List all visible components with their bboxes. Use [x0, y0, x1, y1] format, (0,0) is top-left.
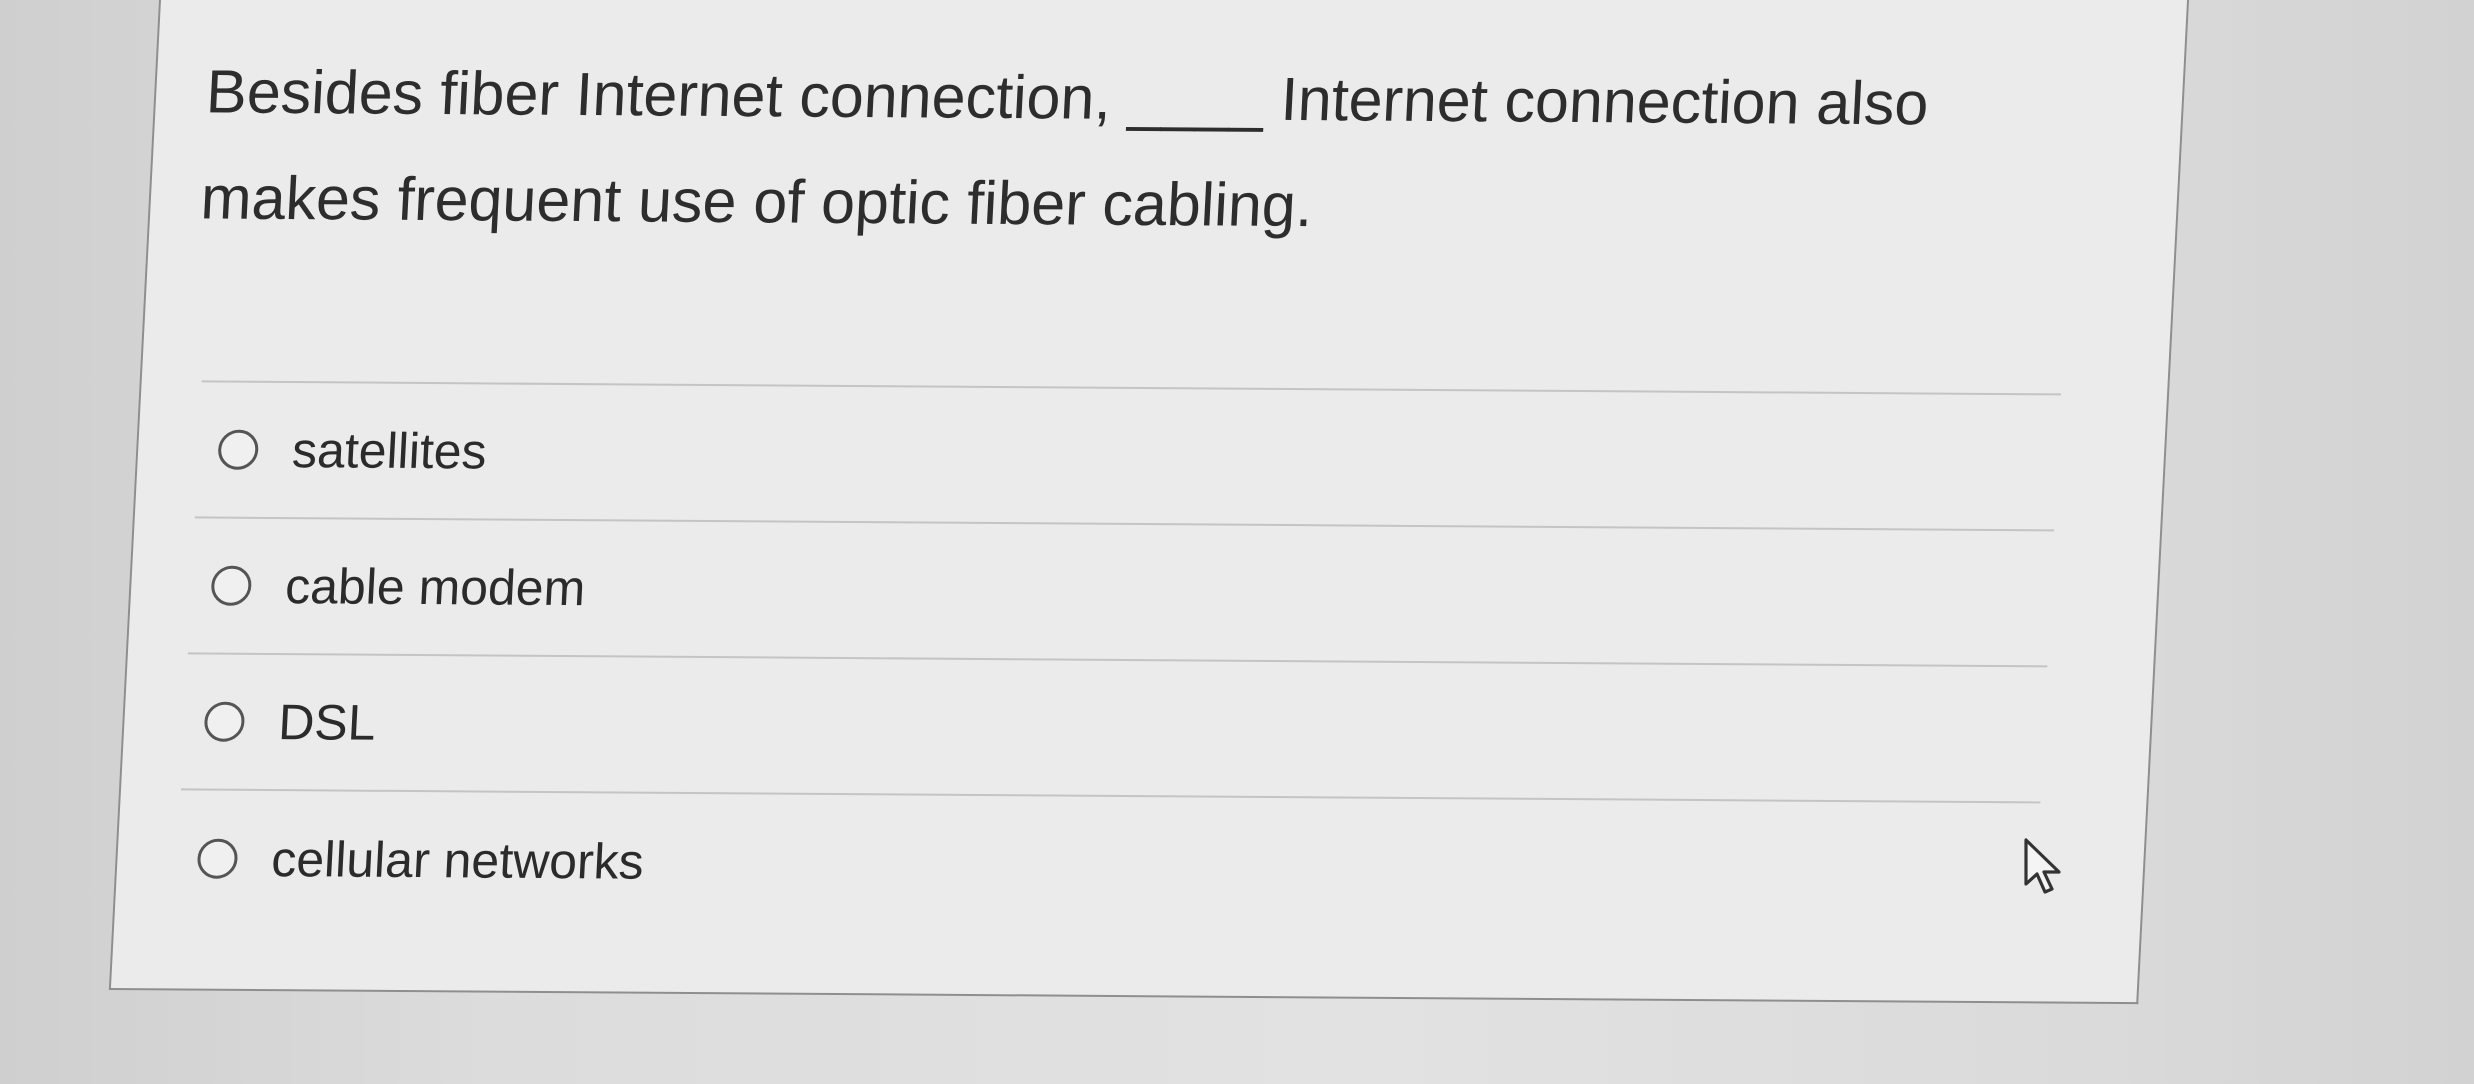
question-text: Besides fiber Internet connection, ____ …	[198, 38, 2108, 263]
choice-label: cable modem	[283, 558, 587, 617]
answer-choices: satellites cable modem DSL cellular netw…	[174, 380, 2062, 940]
choice-cellular-networks[interactable]: cellular networks	[174, 790, 2040, 939]
choice-satellites[interactable]: satellites	[194, 382, 2062, 532]
screen: Besides fiber Internet connection, ____ …	[0, 0, 2474, 1084]
choice-label: DSL	[277, 694, 378, 751]
radio-button-cellular-networks[interactable]	[196, 838, 239, 879]
radio-button-dsl[interactable]	[203, 701, 246, 742]
question-line-1: Besides fiber Internet connection, ____ …	[204, 57, 1931, 138]
question-card: Besides fiber Internet connection, ____ …	[108, 0, 2190, 1005]
mouse-pointer-icon	[2024, 838, 2061, 894]
radio-button-cable-modem[interactable]	[210, 565, 253, 606]
question-line-2: makes frequent use of optic fiber cablin…	[199, 163, 1315, 240]
choice-cable-modem[interactable]: cable modem	[187, 518, 2055, 668]
radio-button-satellites[interactable]	[217, 429, 260, 470]
choice-label: satellites	[290, 422, 489, 480]
choice-label: cellular networks	[270, 831, 646, 890]
choice-dsl[interactable]: DSL	[180, 654, 2048, 804]
